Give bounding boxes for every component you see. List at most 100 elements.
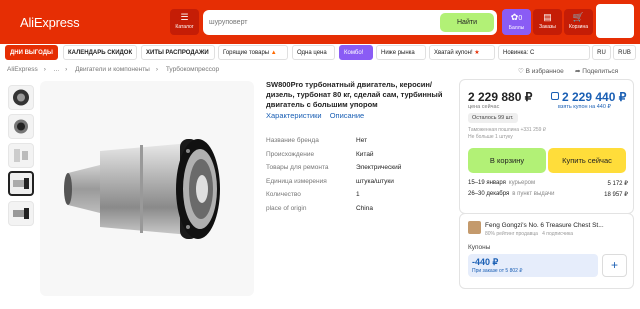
- category-chip[interactable]: Новинка: С: [498, 45, 590, 60]
- star-icon: ★: [474, 50, 480, 56]
- gallery-thumbnail[interactable]: [8, 143, 34, 168]
- breadcrumb-item[interactable]: AliExpress: [7, 66, 38, 73]
- breadcrumb-item[interactable]: ...: [54, 66, 59, 73]
- spec-row: Единица измерения штука/штуки: [266, 178, 456, 192]
- share-icon: ➦: [575, 68, 581, 75]
- stock-badge: Осталось 99 шт.: [468, 113, 518, 123]
- coupon-condition: При заказе от 5 802 ₽: [472, 268, 523, 274]
- shipping-option[interactable]: 26–30 декабря в пункт выдачи 18 957 ₽: [468, 191, 628, 198]
- cart-label: Корзина: [568, 24, 589, 30]
- spec-key: Происхождение: [266, 150, 315, 158]
- customs-duty: Таможенная пошлина +331 259 ₽: [468, 127, 547, 133]
- favorite-label: В избранное: [525, 68, 564, 75]
- balls-button[interactable]: ✿0 Баллы: [502, 9, 531, 35]
- language-select[interactable]: RU: [592, 45, 611, 60]
- spec-value: Электрический: [356, 164, 402, 171]
- search-button[interactable]: Найти: [440, 13, 494, 32]
- engine-parts-image: [14, 149, 28, 162]
- chevron-right-icon: ›: [65, 66, 68, 73]
- breadcrumb-item[interactable]: Двигатели и компоненты: [75, 66, 150, 73]
- category-chip[interactable]: Комбо!: [339, 45, 373, 60]
- current-price: 2 229 880 ₽: [468, 90, 533, 104]
- gallery-thumbnail[interactable]: [8, 85, 34, 110]
- account-avatar[interactable]: [596, 4, 634, 38]
- spec-key: Товары для ремонта: [266, 164, 329, 171]
- category-chip[interactable]: Ниже рынка: [376, 45, 426, 60]
- shipping-method: курьером: [508, 180, 536, 186]
- balls-count: 0: [518, 15, 523, 22]
- seller-subscribers: 4 подписчика: [542, 231, 574, 237]
- current-price-label: цена сейчас: [468, 104, 500, 110]
- spec-value: штука/штуки: [356, 177, 394, 185]
- price-card: 2 229 880 ₽ цена сейчас 2 229 440 ₽ взят…: [459, 79, 634, 214]
- heart-icon: ♡: [518, 68, 524, 75]
- category-chip[interactable]: Одна цена: [292, 45, 335, 60]
- category-chip[interactable]: ХИТЫ РАСПРОДАЖИ: [141, 45, 215, 60]
- turbine-engine-image: [64, 139, 220, 239]
- coupon-amount: -440 ₽: [472, 257, 499, 267]
- orders-icon: ▤: [543, 12, 552, 22]
- coupon-price-label[interactable]: взять купон на 440 ₽: [558, 104, 611, 110]
- category-chip-label: Горящие товары: [223, 50, 270, 56]
- share-button[interactable]: ➦ Поделиться: [575, 67, 618, 75]
- aliexpress-logo[interactable]: AliExpress: [20, 15, 80, 30]
- main-product-image[interactable]: [40, 81, 254, 296]
- spec-key: Количество: [266, 191, 301, 198]
- search-input[interactable]: [209, 14, 429, 31]
- coupon-checkbox[interactable]: [551, 92, 559, 100]
- spec-row: place of origin China: [266, 205, 456, 219]
- category-chip[interactable]: КАЛЕНДАРЬ СКИДОК: [63, 45, 137, 60]
- engine-rear-image: [14, 119, 28, 134]
- chevron-right-icon: ›: [43, 66, 46, 73]
- coupon-card[interactable]: -440 ₽ При заказе от 5 802 ₽: [468, 254, 598, 277]
- favorite-button[interactable]: ♡ В избранное: [518, 67, 564, 75]
- gallery-thumbnail[interactable]: [8, 114, 34, 139]
- coupons-title: Купоны: [468, 244, 491, 251]
- seller-name[interactable]: Feng Gongzi's No. 6 Treasure Chest St...: [485, 222, 630, 229]
- catalog-icon: ☰: [180, 12, 189, 22]
- spec-row: Товары для ремонта Электрический: [266, 164, 456, 178]
- spec-value: China: [356, 204, 373, 212]
- orders-button[interactable]: ▤ Заказы: [533, 9, 562, 35]
- engine-side-image: [13, 178, 29, 189]
- cart-button[interactable]: 🛒 Корзина: [564, 9, 593, 35]
- characteristics-link[interactable]: Характеристики: [266, 111, 322, 120]
- seller-card: Feng Gongzi's No. 6 Treasure Chest St...…: [459, 213, 634, 289]
- share-label: Поделиться: [582, 68, 619, 75]
- product-info-links: Характеристики Описание: [266, 111, 370, 120]
- shipping-price: 18 957 ₽: [604, 192, 628, 198]
- product-title: SW800Pro турбонатный двигатель, керосин/…: [266, 80, 443, 109]
- spec-key: Единица измерения: [266, 177, 327, 185]
- engine-angle-image: [13, 208, 29, 219]
- shipping-method: в пункт выдачи: [512, 191, 555, 197]
- spec-row: Количество 1: [266, 191, 456, 205]
- balls-label: Баллы: [508, 25, 525, 31]
- add-to-cart-button[interactable]: В корзину: [468, 148, 546, 173]
- flame-icon: ▲: [270, 50, 277, 56]
- currency-select[interactable]: RUB: [613, 45, 636, 60]
- breadcrumb-item[interactable]: Турбокомпрессор: [166, 66, 219, 73]
- customs-note: Не больше 1 штуку: [468, 134, 513, 140]
- seller-logo[interactable]: [468, 221, 481, 234]
- spec-row: Название бренда Нет: [266, 137, 456, 151]
- coupon-price[interactable]: 2 229 440 ₽: [551, 90, 626, 104]
- shipping-option[interactable]: 15–19 января курьером 5 172 ₽: [468, 180, 628, 187]
- spec-value: Китай: [356, 150, 374, 158]
- category-chip[interactable]: ДНИ ВЫГОДЫ: [5, 45, 58, 60]
- category-chip[interactable]: Горящие товары ▲: [218, 45, 288, 60]
- cart-icon: 🛒: [572, 12, 585, 22]
- breadcrumb: AliExpress › ... › Двигатели и компоненты ›…: [7, 66, 225, 73]
- engine-front-image: [13, 89, 29, 106]
- catalog-button[interactable]: ☰ Каталог: [170, 9, 199, 35]
- add-coupon-button[interactable]: +: [602, 254, 627, 277]
- gallery-thumbnail[interactable]: [8, 201, 34, 226]
- balls-icon: ✿0: [510, 12, 523, 23]
- gallery-thumbnail-active[interactable]: [8, 171, 34, 196]
- spec-key: place of origin: [266, 204, 307, 212]
- category-chip[interactable]: Хватай купон! ★: [429, 45, 495, 60]
- catalog-label: Каталог: [175, 24, 194, 30]
- category-chip-label: Хватай купон!: [434, 50, 473, 56]
- buy-now-button[interactable]: Купить сейчас: [548, 148, 626, 173]
- description-link[interactable]: Описание: [330, 111, 365, 120]
- spec-key: Название бренда: [266, 137, 319, 144]
